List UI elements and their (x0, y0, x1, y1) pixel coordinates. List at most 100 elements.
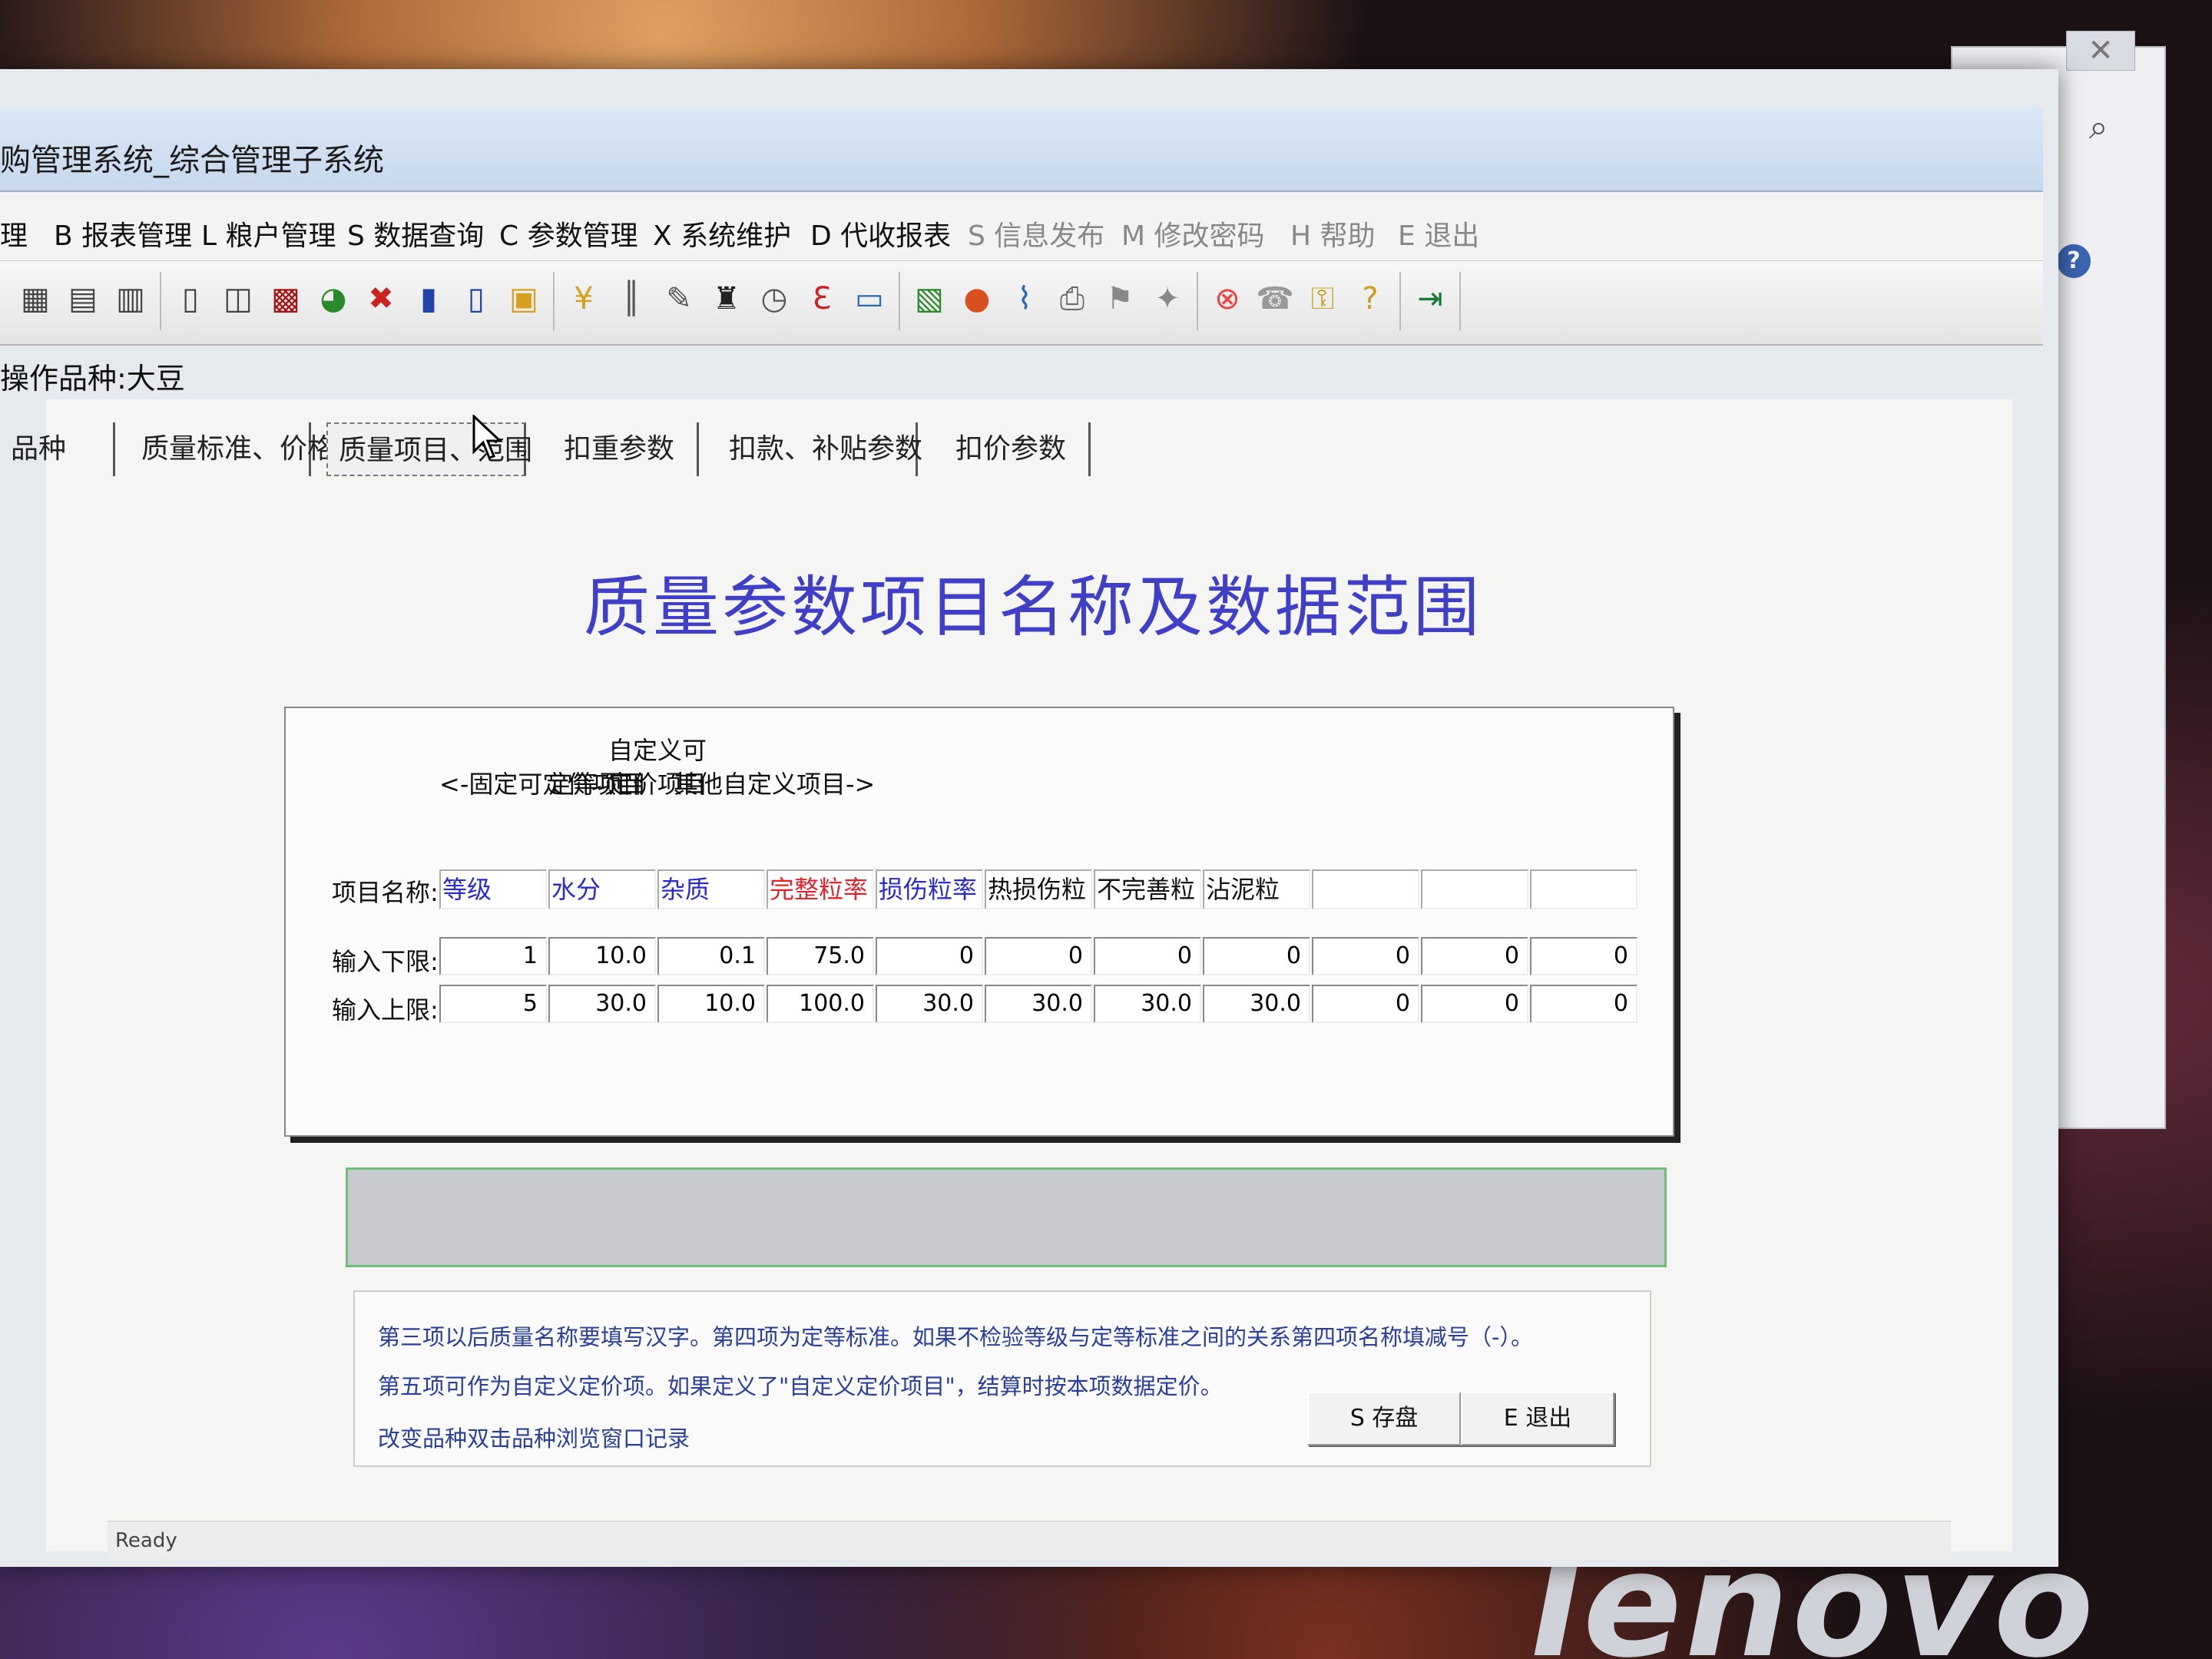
upper-limit-field[interactable]: 30.0 (1203, 985, 1310, 1023)
menu-item-6[interactable]: D 代收报表 (810, 214, 951, 253)
item-name-field[interactable]: 损伤粒率 (876, 869, 983, 909)
item-name-field[interactable] (1312, 869, 1419, 909)
menu-bar: 理 B 报表管理 L 粮户管理 S 数据查询 C 参数管理 X 系统维护 D 代收报表 S 信… (0, 192, 2043, 261)
toolbar-separator (899, 272, 900, 330)
group-icon[interactable]: ● (957, 276, 997, 321)
menu-item-0[interactable]: 理 (0, 214, 28, 253)
group-head-others: 其他自定义项目-> (674, 770, 876, 799)
flag-icon[interactable]: ⚑ (1100, 276, 1140, 321)
stop-icon[interactable]: ⊗ (1207, 276, 1247, 321)
help-icon[interactable]: ? (1350, 276, 1390, 321)
printer-icon[interactable]: ⎙ (1052, 276, 1092, 321)
columns-icon[interactable]: ▯ (171, 276, 210, 321)
upper-limit-field[interactable]: 30.0 (985, 985, 1092, 1023)
tool-icon[interactable]: ✎ (659, 276, 699, 321)
main-window: 购管理系统_综合管理子系统 理 B 报表管理 L 粮户管理 S 数据查询 C 参数管理 X… (0, 69, 2058, 1567)
group-head-custom-top: 自定义可 (608, 736, 707, 765)
picture-icon[interactable]: ▧ (909, 276, 949, 321)
lower-limit-field[interactable]: 10.0 (548, 937, 656, 975)
lower-limit-field[interactable]: 75.0 (767, 937, 874, 975)
run-icon[interactable]: ✦ (1147, 276, 1187, 321)
table-icon[interactable]: ▩ (266, 276, 306, 321)
upper-limit-field[interactable]: 30.0 (1094, 985, 1201, 1023)
row-label-name: 项目名称: (332, 878, 439, 907)
toolbar-separator (1459, 272, 1461, 330)
lower-limit-field[interactable]: 0 (1530, 937, 1637, 975)
bar-chart-2-icon[interactable]: ▯ (456, 276, 496, 321)
menu-item-3[interactable]: S 数据查询 (347, 214, 484, 253)
image-icon[interactable]: ▣ (504, 276, 544, 321)
upper-limit-field[interactable]: 0 (1530, 985, 1637, 1023)
item-name-field[interactable]: 完整粒率 (767, 869, 874, 909)
menu-item-9[interactable]: H 帮助 (1290, 214, 1376, 253)
tab-3[interactable]: 扣重参数 (553, 422, 699, 476)
item-name-field[interactable] (1530, 869, 1637, 909)
background-close-button[interactable]: ✕ (2066, 31, 2135, 71)
tab-1[interactable]: 质量标准、价格 (131, 422, 335, 476)
tab-5[interactable]: 扣价参数 (945, 422, 1091, 476)
window-icon[interactable]: ▭ (849, 276, 889, 321)
lower-limit-field[interactable]: 0 (985, 937, 1092, 975)
e-icon[interactable]: Ɛ (802, 276, 842, 321)
lower-limit-field[interactable]: 0 (1094, 937, 1201, 975)
binoculars-icon[interactable]: ♜ (707, 276, 747, 321)
pie-chart-icon[interactable]: ◕ (313, 276, 353, 321)
lower-limit-field[interactable]: 0 (1421, 937, 1528, 975)
tab-4[interactable]: 扣款、补贴参数 (718, 422, 922, 476)
excel-icon[interactable]: ✖ (361, 276, 401, 321)
mouse-cursor-icon (472, 415, 503, 459)
menu-item-1[interactable]: B 报表管理 (54, 214, 192, 253)
upper-limit-field[interactable]: 30.0 (876, 985, 983, 1023)
tab-0[interactable]: 品种 (0, 422, 115, 476)
menu-item-7[interactable]: S 信息发布 (968, 214, 1104, 253)
money-icon[interactable]: ¥ (564, 276, 604, 321)
save-button[interactable]: S 存盘 (1307, 1392, 1461, 1445)
upper-limit-field[interactable]: 10.0 (657, 985, 765, 1023)
report-icon[interactable]: ▤ (63, 276, 103, 321)
lower-limit-field[interactable]: 0.1 (657, 937, 765, 975)
item-name-field[interactable]: 沾泥粒 (1203, 869, 1310, 909)
item-name-field[interactable]: 水分 (548, 869, 656, 909)
phone-icon[interactable]: ☎ (1255, 276, 1295, 321)
title-bar[interactable]: 购管理系统_综合管理子系统 (0, 108, 2043, 192)
quality-params-panel: 自定义可 <-固定可定价项目 定等项目 定价项目 其他自定义项目-> 项目名称:… (284, 707, 1674, 1137)
lower-limit-field[interactable]: 0 (1203, 937, 1310, 975)
menu-item-2[interactable]: L 粮户管理 (201, 214, 336, 253)
upper-limit-field[interactable]: 100.0 (767, 985, 874, 1023)
item-name-field[interactable]: 不完善粒 (1094, 869, 1201, 909)
help-icon[interactable]: ? (2057, 244, 2091, 278)
key-icon[interactable]: ⚿ (1303, 276, 1343, 321)
operating-variety-label: 操作品种:大豆 (0, 362, 185, 396)
item-name-field[interactable]: 杂质 (657, 869, 765, 909)
notes-panel: 第三项以后质量名称要填写汉字。第四项为定等标准。如果不检验等级与定等标准之间的关… (353, 1290, 1651, 1467)
grid-icon[interactable]: ▦ (15, 276, 55, 321)
upper-limit-field[interactable]: 5 (439, 985, 547, 1023)
item-name-field[interactable] (1421, 869, 1528, 909)
window-title: 购管理系统_综合管理子系统 (0, 143, 384, 178)
search-icon[interactable]: ⌕ (2089, 108, 2108, 147)
toolbar-separator (553, 272, 555, 330)
lower-limit-field[interactable]: 1 (439, 937, 547, 975)
item-name-field[interactable]: 等级 (439, 869, 547, 909)
menu-item-8[interactable]: M 修改密码 (1121, 214, 1265, 253)
note-line-1: 第三项以后质量名称要填写汉字。第四项为定等标准。如果不检验等级与定等标准之间的关… (378, 1324, 1533, 1350)
barcode-icon[interactable]: ║ (611, 276, 651, 321)
exit-button[interactable]: E 退出 (1461, 1392, 1614, 1445)
document-icon[interactable]: ▥ (111, 276, 151, 321)
lower-limit-field[interactable]: 0 (1312, 937, 1419, 975)
menu-item-5[interactable]: X 系统维护 (653, 214, 791, 253)
upper-limit-field[interactable]: 0 (1312, 985, 1419, 1023)
chart-icon[interactable]: ⌇ (1005, 276, 1045, 321)
upper-limit-field[interactable]: 30.0 (548, 985, 656, 1023)
page-heading: 质量参数项目名称及数据范围 (584, 569, 1482, 646)
exit-icon[interactable]: ⇥ (1410, 276, 1450, 321)
menu-item-10[interactable]: E 退出 (1398, 214, 1479, 253)
clock-icon[interactable]: ◷ (754, 276, 794, 321)
lower-limit-field[interactable]: 0 (876, 937, 983, 975)
item-name-field[interactable]: 热损伤粒 (985, 869, 1092, 909)
tab-strip: 品种 质量标准、价格 质量项目、范围 扣重参数 扣款、补贴参数 扣价参数 (0, 399, 1229, 484)
layout-icon[interactable]: ◫ (218, 276, 258, 321)
bar-chart-icon[interactable]: ▮ (409, 276, 449, 321)
menu-item-4[interactable]: C 参数管理 (499, 214, 638, 253)
upper-limit-field[interactable]: 0 (1421, 985, 1528, 1023)
